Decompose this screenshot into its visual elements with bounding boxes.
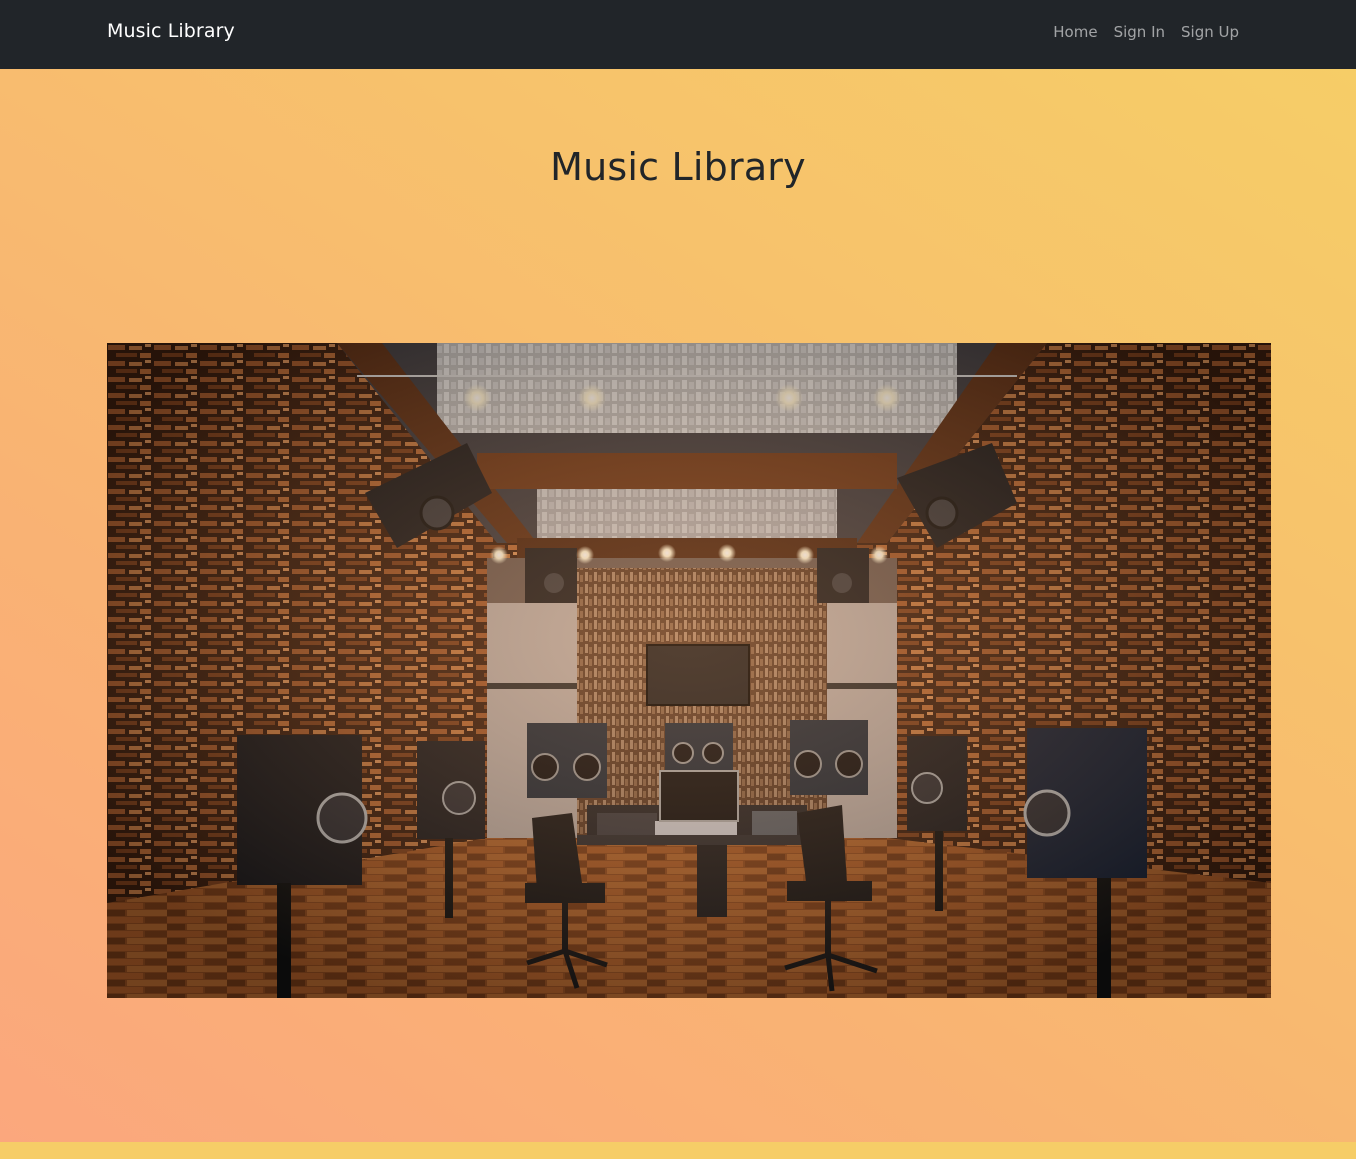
nav-links: Home Sign In Sign Up [1053,23,1239,41]
nav-link-sign-up[interactable]: Sign Up [1181,23,1239,41]
footer-strip [0,1142,1356,1159]
page-title: Music Library [550,145,806,189]
studio-hero-image [107,343,1271,998]
nav-link-sign-in[interactable]: Sign In [1114,23,1165,41]
top-navbar: Music Library Home Sign In Sign Up [0,0,1356,69]
nav-link-home[interactable]: Home [1053,23,1097,41]
navbar-brand-link[interactable]: Music Library [107,20,235,42]
